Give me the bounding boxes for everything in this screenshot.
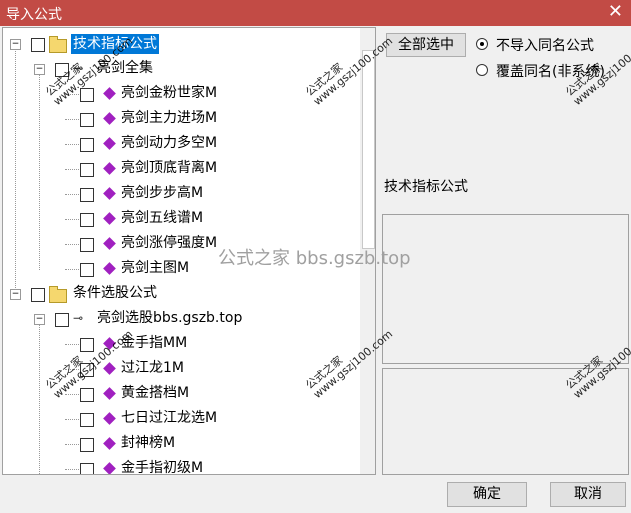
item-checkbox[interactable] [80, 238, 94, 252]
indicator-icon [103, 387, 116, 400]
group-checkbox[interactable] [31, 38, 45, 52]
window-title: 导入公式 [6, 7, 62, 23]
formula-description-panel [382, 214, 629, 364]
cancel-button[interactable]: 取消 [550, 482, 626, 507]
tree-item[interactable]: 七日过江龙选M [3, 406, 358, 431]
tree-item-label[interactable]: 亮剑金粉世家M [121, 81, 217, 106]
tree-item-label[interactable]: 金手指初级M [121, 456, 203, 474]
folder-icon [49, 36, 67, 53]
indicator-icon [103, 362, 116, 375]
formula-type-label: 技术指标公式 [384, 179, 468, 195]
select-all-button[interactable]: 全部选中 [386, 33, 466, 57]
tree-item[interactable]: 封神榜M [3, 431, 358, 456]
tree-item-label[interactable]: 亮剑动力多空M [121, 131, 217, 156]
tree-item-label[interactable]: 七日过江龙选M [121, 406, 217, 431]
tree-item-label[interactable]: 亮剑主图M [121, 256, 189, 281]
item-checkbox[interactable] [80, 88, 94, 102]
indicator-icon [103, 412, 116, 425]
item-checkbox[interactable] [80, 113, 94, 127]
item-checkbox[interactable] [80, 213, 94, 227]
tree-item[interactable]: 亮剑顶底背离M [3, 156, 358, 181]
tree-item[interactable]: 亮剑动力多空M [3, 131, 358, 156]
tree-item-label[interactable]: 亮剑主力进场M [121, 106, 217, 131]
tree-item[interactable]: 金手指初级M [3, 456, 358, 474]
tree-item-label[interactable]: 亮剑步步高M [121, 181, 203, 206]
tree-item-label[interactable]: 亮剑涨停强度M [121, 231, 217, 256]
group-checkbox[interactable] [31, 288, 45, 302]
indicator-icon [103, 212, 116, 225]
indicator-icon [103, 87, 116, 100]
title-bar: 导入公式 ✕ [0, 0, 631, 26]
item-checkbox[interactable] [80, 388, 94, 402]
tree-group-stock-screener[interactable]: − 条件选股公式 [3, 281, 358, 306]
item-checkbox[interactable] [80, 413, 94, 427]
tree-group-label[interactable]: 条件选股公式 [73, 281, 157, 306]
collapse-icon[interactable]: − [34, 64, 45, 75]
collapse-icon[interactable]: − [10, 39, 21, 50]
collapse-icon[interactable]: − [34, 314, 45, 325]
tree-item[interactable]: 亮剑主力进场M [3, 106, 358, 131]
indicator-icon [103, 462, 116, 474]
indicator-icon [103, 262, 116, 275]
tree-item[interactable]: 金手指MM [3, 331, 358, 356]
indicator-icon [103, 187, 116, 200]
tree-item[interactable]: 亮剑五线谱M [3, 206, 358, 231]
center-watermark: 公式之家 bbs.gszb.top [218, 248, 411, 269]
folder-icon [49, 286, 67, 303]
indicator-icon [103, 162, 116, 175]
item-checkbox[interactable] [80, 138, 94, 152]
item-checkbox[interactable] [80, 438, 94, 452]
tree-item-label[interactable]: 亮剑顶底背离M [121, 156, 217, 181]
tree-group-technical[interactable]: − 技术指标公式 [3, 31, 358, 56]
indicator-icon [103, 437, 116, 450]
tree-item[interactable]: 亮剑步步高M [3, 181, 358, 206]
indicator-icon [103, 137, 116, 150]
tree-item-label[interactable]: 封神榜M [121, 431, 175, 456]
item-checkbox[interactable] [80, 463, 94, 474]
tree-subgroup[interactable]: − ⊸ 亮剑选股bbs.gszb.top [3, 306, 358, 331]
subgroup-checkbox[interactable] [55, 313, 69, 327]
plug-icon: ⊸ [73, 311, 84, 325]
radio-skip-duplicates[interactable] [476, 38, 488, 50]
tree-item-label[interactable]: 过江龙1M [121, 356, 184, 381]
item-checkbox[interactable] [80, 263, 94, 277]
tree-item-label[interactable]: 亮剑五线谱M [121, 206, 203, 231]
indicator-icon [103, 112, 116, 125]
radio-overwrite-duplicates[interactable] [476, 64, 488, 76]
close-icon[interactable]: ✕ [608, 2, 623, 22]
item-checkbox[interactable] [80, 163, 94, 177]
tree-item-label[interactable]: 黄金搭档M [121, 381, 189, 406]
collapse-icon[interactable]: − [10, 289, 21, 300]
indicator-icon [103, 237, 116, 250]
item-checkbox[interactable] [80, 188, 94, 202]
ok-button[interactable]: 确定 [447, 482, 527, 507]
radio-skip-label[interactable]: 不导入同名公式 [496, 35, 594, 55]
scrollbar-thumb[interactable] [362, 50, 375, 249]
